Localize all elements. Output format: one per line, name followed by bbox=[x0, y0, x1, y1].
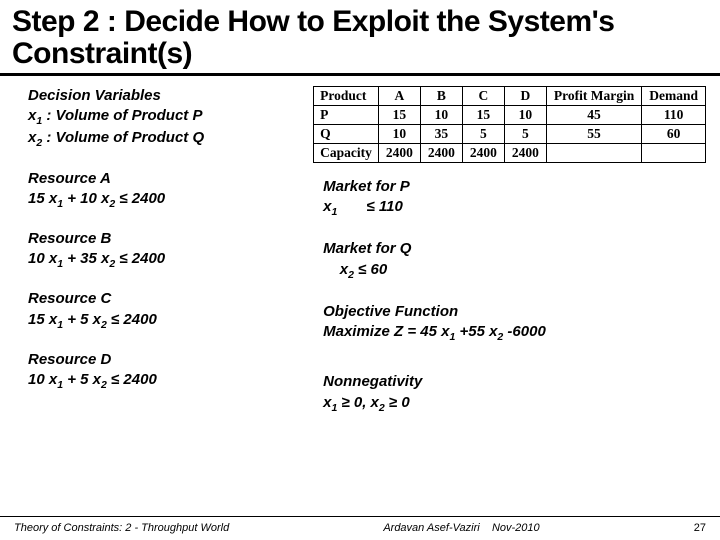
table-row: P 1510 1510 45110 bbox=[314, 106, 706, 125]
resource-c: Resource C 15 x1 + 5 x2 ≤ 2400 bbox=[28, 289, 283, 331]
market-q: Market for Q x2 ≤ 60 bbox=[303, 239, 706, 281]
decision-variables: Decision Variables x1 : Volume of Produc… bbox=[28, 86, 283, 151]
content-area: Decision Variables x1 : Volume of Produc… bbox=[0, 80, 720, 435]
market-p: Market for P x1 ≤ 110 bbox=[303, 177, 706, 219]
footer-left: Theory of Constraints: 2 - Throughput Wo… bbox=[14, 522, 229, 534]
right-column: Product A B C D Profit Margin Demand P 1… bbox=[303, 86, 706, 435]
footer: Theory of Constraints: 2 - Throughput Wo… bbox=[0, 516, 720, 534]
table-row: Capacity 24002400 24002400 bbox=[314, 144, 706, 163]
resource-b: Resource B 10 x1 + 35 x2 ≤ 2400 bbox=[28, 229, 283, 271]
page-number: 27 bbox=[694, 522, 706, 534]
nonnegativity: Nonnegativity x1 ≥ 0, x2 ≥ 0 bbox=[303, 372, 706, 414]
resource-a: Resource A 15 x1 + 10 x2 ≤ 2400 bbox=[28, 169, 283, 211]
data-table: Product A B C D Profit Margin Demand P 1… bbox=[313, 86, 706, 163]
title-divider bbox=[0, 73, 720, 76]
left-column: Decision Variables x1 : Volume of Produc… bbox=[28, 86, 283, 435]
objective-function: Objective Function Maximize Z = 45 x1 +5… bbox=[303, 302, 706, 344]
resource-d: Resource D 10 x1 + 5 x2 ≤ 2400 bbox=[28, 350, 283, 392]
table-row: Q 1035 55 5560 bbox=[314, 125, 706, 144]
decision-header: Decision Variables bbox=[28, 87, 161, 104]
footer-center: Ardavan Asef-Vaziri Nov-2010 bbox=[229, 522, 694, 534]
slide-title: Step 2 : Decide How to Exploit the Syste… bbox=[0, 0, 720, 73]
table-header-row: Product A B C D Profit Margin Demand bbox=[314, 87, 706, 106]
